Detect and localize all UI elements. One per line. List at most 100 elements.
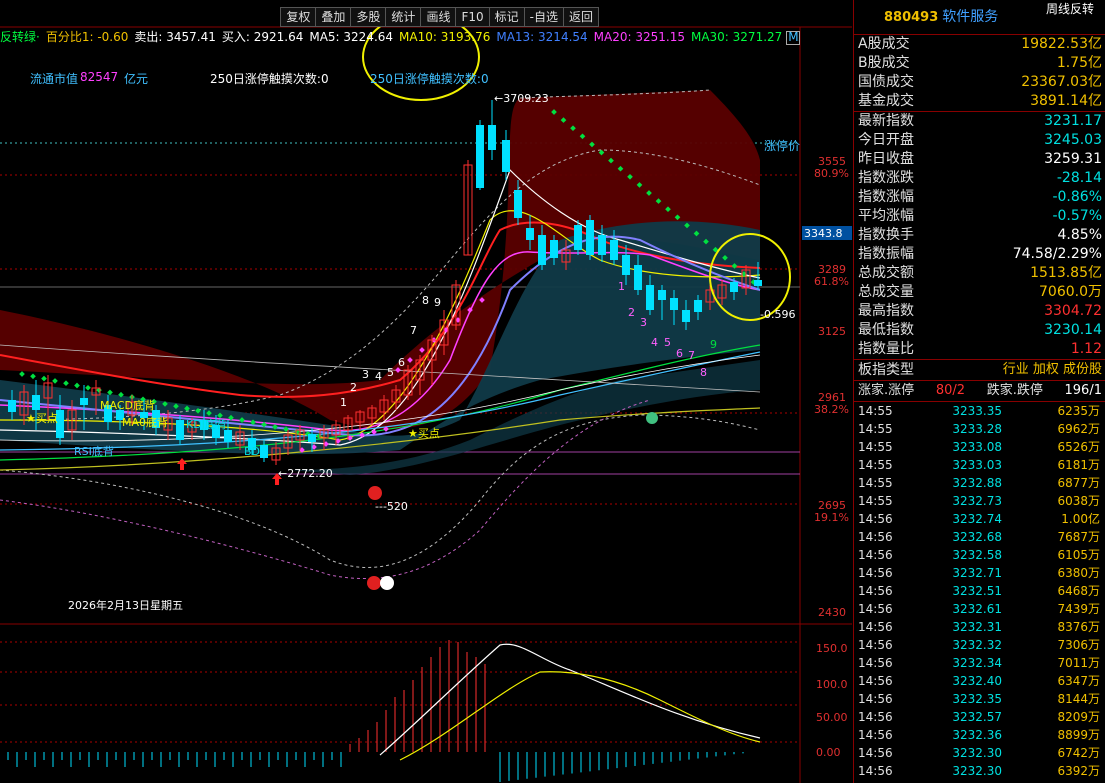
row-label: 指数涨幅 xyxy=(858,189,914,205)
tick-row: 14:56 3232.30 6392万 xyxy=(854,762,1105,780)
price-tick: 3125 xyxy=(818,325,846,338)
tick-cell: 14:55 xyxy=(858,476,893,490)
tick-cell: 14:55 xyxy=(858,458,893,472)
count-label: 1 xyxy=(340,396,347,409)
sec2-row: 指数涨幅 -0.86% xyxy=(854,188,1105,207)
toolbar-button-0[interactable]: 复权 xyxy=(280,7,316,27)
tick-cell: 6392万 xyxy=(1057,764,1100,778)
tick-cell: 7011万 xyxy=(1057,656,1100,670)
tick-row: 14:56 3232.68 7687万 xyxy=(854,528,1105,546)
tick-cell: 14:56 xyxy=(858,530,893,544)
row-label: 平均涨幅 xyxy=(858,208,914,224)
row-label: 总成交额 xyxy=(858,265,914,281)
tick-cell: 6962万 xyxy=(1057,422,1100,436)
count-label: 1 xyxy=(618,280,625,293)
tick-row: 14:56 3232.36 8899万 xyxy=(854,726,1105,744)
toolbar-button-3[interactable]: 统计 xyxy=(385,7,421,27)
row-value: 3259.31 xyxy=(1044,151,1102,167)
row-value: 3230.14 xyxy=(1044,322,1102,338)
sec2-row: 平均涨幅 -0.57% xyxy=(854,207,1105,226)
tick-row: 14:55 3232.88 6877万 xyxy=(854,474,1105,492)
sec2-row: 指数换手 4.85% xyxy=(854,226,1105,245)
count-label: 2 xyxy=(628,306,635,319)
tick-cell: 3232.30 xyxy=(952,746,1002,760)
tick-row: 14:55 3233.03 6181万 xyxy=(854,456,1105,474)
sec1-row: A股成交 19822.53亿 xyxy=(854,35,1105,54)
count-label: 7 xyxy=(688,349,695,362)
tick-cell: 8209万 xyxy=(1057,710,1100,724)
tick-cell: 14:55 xyxy=(858,494,893,508)
count-label: 9 xyxy=(710,338,717,351)
ma-indicator-3: 买入: 2921.64 xyxy=(221,30,304,44)
index-stats-section: 最新指数 3231.17 今日开盘 3245.03 昨日收盘 3259.31 指数涨跌 -28… xyxy=(854,112,1105,360)
ma-indicator-5: MA10: 3193.76 xyxy=(399,30,491,44)
tick-row: 14:55 3233.35 6235万 xyxy=(854,402,1105,420)
toolbar-button-1[interactable]: 叠加 xyxy=(315,7,351,27)
row-value: -28.14 xyxy=(1056,170,1102,186)
ma-indicator-6: MA13: 3214.54 xyxy=(496,30,588,44)
tick-cell: 3232.35 xyxy=(952,692,1002,706)
sec1-row: 基金成交 3891.14亿 xyxy=(854,92,1105,111)
tick-cell: 14:56 xyxy=(858,620,893,634)
chart-area[interactable]: 复权 叠加 多股 统计 画线 F10 标记 -自选 返回 反转绿· 百分比1: -0.60 卖出: … xyxy=(0,0,852,783)
chart-toolbar: 复权 叠加 多股 统计 画线 F10 标记 -自选 返回 xyxy=(280,7,599,27)
count-label: 3 xyxy=(640,316,647,329)
tick-row: 14:56 3232.32 7306万 xyxy=(854,636,1105,654)
row-value: 3245.03 xyxy=(1044,132,1102,148)
row-label: A股成交 xyxy=(858,36,910,52)
board-type-row: 板指类型 行业 加权 成份股 xyxy=(854,360,1105,381)
tick-cell: 3233.08 xyxy=(952,440,1002,454)
row-value: 3891.14亿 xyxy=(1030,93,1102,109)
count-label: 8 xyxy=(700,366,707,379)
toolbar-button-7[interactable]: -自选 xyxy=(523,7,563,27)
tick-cell: 14:56 xyxy=(858,746,893,760)
tick-cell: 6038万 xyxy=(1057,494,1100,508)
tick-cell: 14:55 xyxy=(858,404,893,418)
toolbar-button-4[interactable]: 画线 xyxy=(420,7,456,27)
toolbar-button-6[interactable]: 标记 xyxy=(488,7,524,27)
tick-row: 14:56 3232.51 6468万 xyxy=(854,582,1105,600)
marker-circle-4 xyxy=(646,412,658,424)
tick-cell: 14:56 xyxy=(858,584,893,598)
tick-row: 14:56 3232.61 7439万 xyxy=(854,600,1105,618)
tick-row: 14:55 3233.28 6962万 xyxy=(854,420,1105,438)
quote-panel: 880493 软件服务 周线反转 A股成交 19822.53亿 B股成交 1.75亿 国债… xyxy=(853,0,1105,783)
row-value: -0.57% xyxy=(1052,208,1102,224)
ma-indicator-1: 百分比1: -0.60 xyxy=(45,30,129,44)
minus520-label: ---520 xyxy=(375,500,408,513)
bd-label: BD xyxy=(244,445,261,458)
tick-cell: 14:56 xyxy=(858,656,893,670)
toolbar-button-8[interactable]: 返回 xyxy=(562,7,599,27)
toolbar-button-5[interactable]: F10 xyxy=(455,7,489,27)
tick-cell: 3233.35 xyxy=(952,404,1002,418)
tick-cell: 7439万 xyxy=(1057,602,1100,616)
tick-row: 14:55 3232.73 6038万 xyxy=(854,492,1105,510)
tick-cell: 3232.57 xyxy=(952,710,1002,724)
row-label: 今日开盘 xyxy=(858,132,914,148)
tick-row: 14:56 3232.34 7011万 xyxy=(854,654,1105,672)
row-label: 最高指数 xyxy=(858,303,914,319)
kline-chart[interactable] xyxy=(0,0,852,783)
marker-circle-3 xyxy=(380,576,394,590)
settings-box-icon[interactable] xyxy=(786,31,800,45)
tick-cell: 8144万 xyxy=(1057,692,1100,706)
tick-cell: 14:56 xyxy=(858,674,893,688)
macd-tick: 50.00 xyxy=(816,711,848,724)
macd-dea-line xyxy=(399,671,761,761)
count-label: 3 xyxy=(362,368,369,381)
row-value: 23367.03亿 xyxy=(1021,74,1102,90)
current-price-value: 3343.8 xyxy=(804,227,843,240)
row-value: 4.85% xyxy=(1057,227,1102,243)
count-label: 5 xyxy=(664,336,671,349)
macd-tick: 100.0 xyxy=(816,678,848,691)
row-value: 7060.0万 xyxy=(1039,284,1102,300)
toolbar-button-2[interactable]: 多股 xyxy=(350,7,386,27)
row-label: 基金成交 xyxy=(858,93,914,109)
sec2-row: 总成交额 1513.85亿 xyxy=(854,264,1105,283)
tick-cell: 8376万 xyxy=(1057,620,1100,634)
tick-cell: 3232.32 xyxy=(952,638,1002,652)
tick-list[interactable]: 14:55 3233.35 6235万 14:55 3233.28 6962万 14:55 3… xyxy=(854,402,1105,780)
tick-cell: 6742万 xyxy=(1057,746,1100,760)
row-label: 最新指数 xyxy=(858,113,914,129)
tick-cell: 14:56 xyxy=(858,638,893,652)
